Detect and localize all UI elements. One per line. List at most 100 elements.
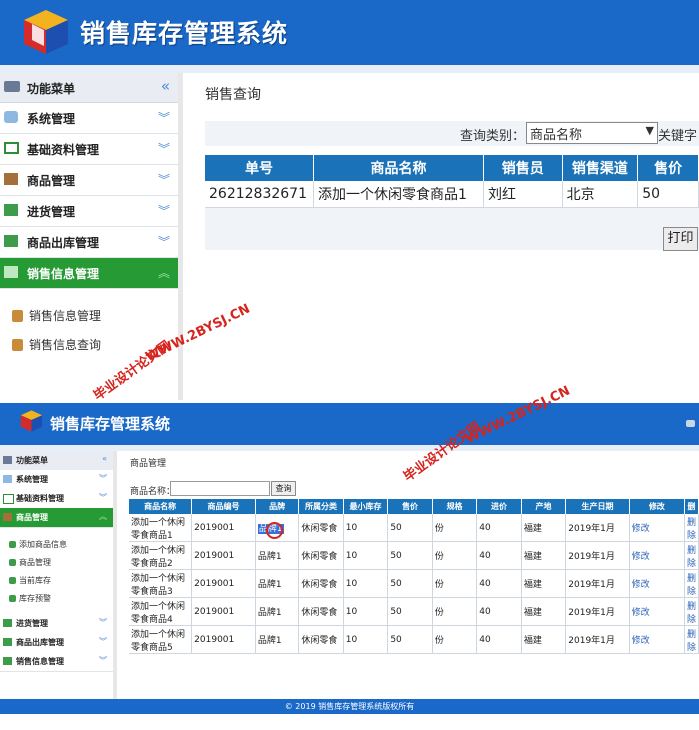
table-cell: 10: [343, 625, 389, 654]
sidebar-header-label: 功能菜单: [27, 82, 76, 96]
delete-link[interactable]: 删除: [684, 625, 699, 654]
sidebar-scrollbar[interactable]: [113, 451, 117, 699]
table-row: 添加一个休闲零食商品5 2019001 品牌1 休闲零食 10 50 份 40 …: [129, 625, 699, 654]
page-title: 商品管理: [130, 459, 167, 469]
sidebar-item-outbound[interactable]: 商品出库管理 ︾: [0, 633, 113, 653]
column-header: 商品名称: [129, 499, 193, 514]
collapse-sidebar-icon[interactable]: «: [102, 454, 107, 463]
edit-link[interactable]: 修改: [629, 514, 685, 542]
goods-name-label: 商品名称：: [130, 487, 176, 497]
table-cell: 添加一个休闲零食商品5: [129, 625, 193, 654]
column-header: 商品名称: [313, 155, 484, 181]
column-header: 修改: [629, 499, 685, 514]
sidebar-item-purchase[interactable]: 进货管理 ︾: [0, 614, 113, 634]
sidebar-item-label: 基础资料管理: [27, 143, 100, 157]
column-header: 进价: [476, 499, 522, 514]
submenu-label: 库存预警: [19, 594, 51, 603]
goods-name-input[interactable]: [170, 481, 270, 496]
print-button[interactable]: 打印: [663, 227, 698, 251]
sidebar-header: 功能菜单 «: [0, 73, 180, 103]
collapse-sidebar-icon[interactable]: «: [161, 77, 170, 95]
edit-link[interactable]: 修改: [629, 597, 685, 626]
app-logo-icon: [20, 410, 43, 432]
table-header-row: 单号 商品名称 销售员 销售渠道 售价: [205, 155, 699, 181]
table-cell: 40: [476, 541, 522, 570]
table-header-row: 商品名称 商品编号 品牌 所属分类 最小库存 售价 规格 进价 产地 生产日期 …: [129, 499, 699, 514]
search-button[interactable]: 查询: [271, 481, 296, 496]
sidebar-item-label: 商品管理: [27, 174, 76, 188]
table-cell: 添加一个休闲零食商品4: [129, 597, 193, 626]
user-icon[interactable]: [686, 420, 695, 427]
edit-link[interactable]: 修改: [629, 569, 685, 598]
table-cell: 品牌1: [255, 569, 300, 598]
table-cell: 品牌1: [255, 541, 300, 570]
submenu-sales-manage[interactable]: 销售信息管理: [12, 307, 101, 324]
chevron-down-icon: ︾: [99, 656, 107, 665]
edit-link[interactable]: 修改: [629, 625, 685, 654]
table-cell: 40: [476, 569, 522, 598]
table-cell: 10: [343, 514, 389, 542]
sidebar-item-label: 销售信息管理: [16, 657, 64, 666]
sidebar-item-system[interactable]: 系统管理 ︾: [0, 103, 180, 134]
sales-icon: [4, 266, 18, 278]
goods-table: 商品名称 商品编号 品牌 所属分类 最小库存 售价 规格 进价 产地 生产日期 …: [129, 499, 699, 654]
delete-link[interactable]: 删除: [684, 541, 699, 570]
table-cell: 福建: [521, 625, 567, 654]
column-header: 售价: [387, 499, 433, 514]
query-type-select[interactable]: 商品名称 ▼: [526, 122, 658, 144]
submenu-goods-manage[interactable]: 商品管理: [9, 557, 51, 568]
submenu-sales-query[interactable]: 销售信息查询: [12, 336, 101, 353]
sidebar-item-system[interactable]: 系统管理 ︾: [0, 470, 113, 490]
sidebar-item-sales[interactable]: 销售信息管理 ︽: [0, 258, 180, 289]
app-title: 销售库存管理系统: [50, 415, 171, 433]
table-cell: 10: [343, 569, 389, 598]
submenu-stock-warning[interactable]: 库存预警: [9, 593, 51, 604]
column-header: 删: [684, 499, 699, 514]
sidebar-item-goods[interactable]: 商品管理 ︽: [0, 508, 113, 528]
sidebar-item-goods[interactable]: 商品管理 ︾: [0, 165, 180, 196]
sidebar-item-basic-data[interactable]: 基础资料管理 ︾: [0, 489, 113, 509]
chevron-down-icon: ︾: [99, 618, 107, 627]
submenu-current-stock[interactable]: 当前库存: [9, 575, 51, 586]
table-cell: 50: [637, 181, 699, 208]
table-footer-area: [205, 208, 699, 250]
table-cell: 福建: [521, 514, 567, 542]
goods-icon: [4, 173, 18, 185]
table-cell: 休闲零食: [298, 541, 344, 570]
leaf-icon: [9, 577, 16, 584]
table-cell: 休闲零食: [298, 514, 344, 542]
table-cell: 2019年1月: [565, 625, 630, 654]
sales-table: 单号 商品名称 销售员 销售渠道 售价 26212832671 添加一个休闲零食…: [205, 155, 699, 208]
table-cell: 40: [476, 597, 522, 626]
outbound-icon: [3, 638, 12, 646]
chevron-down-icon: ︾: [157, 173, 170, 187]
sidebar-item-purchase[interactable]: 进货管理 ︾: [0, 196, 180, 227]
sidebar-item-sales[interactable]: 销售信息管理 ︾: [0, 652, 113, 672]
app-title: 销售库存管理系统: [80, 19, 289, 48]
column-header: 产地: [521, 499, 567, 514]
delete-link[interactable]: 删除: [684, 597, 699, 626]
card-icon: [4, 142, 19, 154]
edit-link[interactable]: 修改: [629, 541, 685, 570]
submenu-label: 商品管理: [19, 558, 51, 567]
table-cell: 26212832671: [205, 181, 314, 208]
table-cell: 北京: [562, 181, 639, 208]
cursor-highlight-icon: [266, 522, 283, 539]
leaf-icon: [9, 595, 16, 602]
table-row: 添加一个休闲零食商品2 2019001 品牌1 休闲零食 10 50 份 40 …: [129, 541, 699, 570]
submenu-add-goods[interactable]: 添加商品信息: [9, 539, 67, 550]
sidebar-item-basic-data[interactable]: 基础资料管理 ︾: [0, 134, 180, 165]
leaf-icon: [9, 541, 16, 548]
table-cell: 2019年1月: [565, 597, 630, 626]
chevron-down-icon: ︾: [157, 204, 170, 218]
sidebar-item-outbound[interactable]: 商品出库管理 ︾: [0, 227, 180, 258]
select-value: 商品名称: [530, 128, 583, 143]
delete-link[interactable]: 删除: [684, 569, 699, 598]
table-row: 26212832671 添加一个休闲零食商品1 刘红 北京 50: [205, 181, 699, 208]
delete-link[interactable]: 删除: [684, 514, 699, 542]
table-cell: 品牌1: [255, 597, 300, 626]
sidebar-item-label: 系统管理: [27, 112, 76, 126]
chevron-down-icon: ︾: [99, 493, 107, 502]
column-header: 生产日期: [565, 499, 630, 514]
chevron-up-icon: ︽: [99, 512, 107, 521]
